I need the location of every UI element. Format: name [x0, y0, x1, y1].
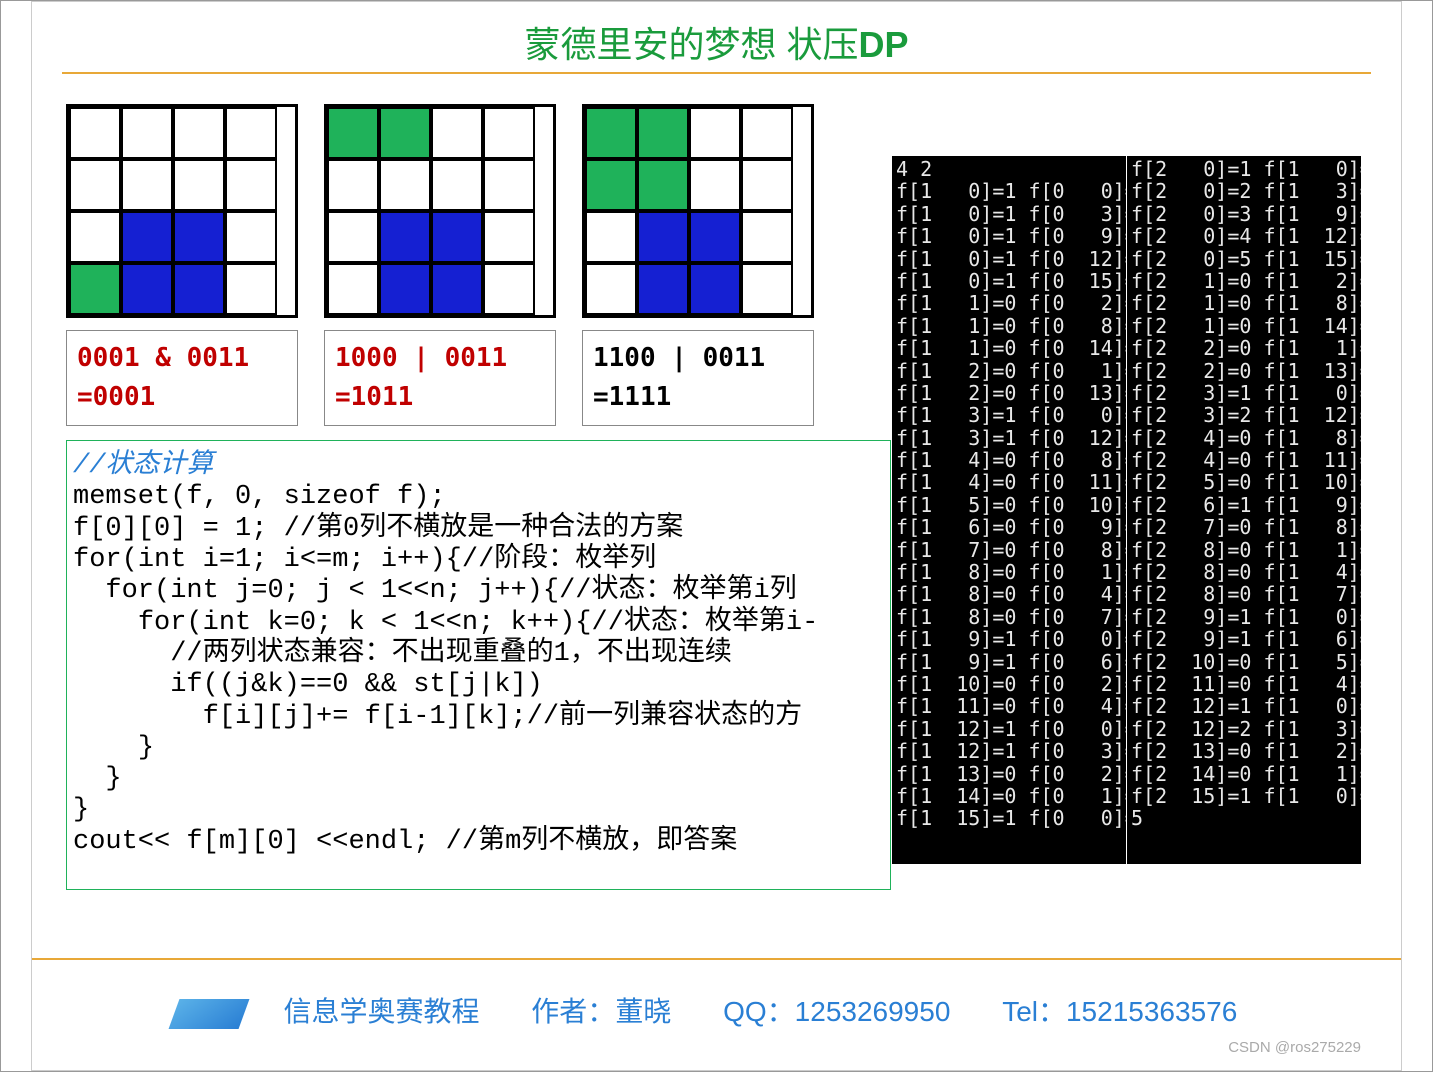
grid-cell: [689, 211, 741, 263]
grid-cell: [327, 107, 379, 159]
grid-row: [585, 211, 811, 263]
code-line: f[i][j]+= f[i-1][k];//前一列兼容状态的方: [73, 702, 884, 733]
grid-cell: [173, 211, 225, 263]
code-line: for(int i=1; i<=m; i++){//阶段：枚举列: [73, 545, 884, 576]
title-divider: [62, 72, 1371, 74]
code-line: //两列状态兼容：不出现重叠的1，不出现连续: [73, 639, 884, 670]
grid-2: [582, 104, 814, 318]
grid-cell: [69, 211, 121, 263]
code-line: cout<< f[m][0] <<endl; //第m列不横放，即答案: [73, 827, 884, 858]
code-line: if((j&k)==0 && st[j|k]): [73, 670, 884, 701]
grid-row: [327, 159, 553, 211]
grid-cell: [431, 107, 483, 159]
grid-row: [327, 107, 553, 159]
grid-cell: [585, 263, 637, 315]
grid-box-1: 1000 | 0011 =1011: [324, 104, 556, 426]
title-dp: DP: [859, 24, 909, 65]
grid-cell: [637, 159, 689, 211]
grid-cell: [379, 159, 431, 211]
grid-cell: [173, 263, 225, 315]
grid-cell: [741, 159, 793, 211]
grid-row: [327, 211, 553, 263]
grid-box-0: 0001 & 0011 =0001: [66, 104, 298, 426]
grid-cell: [483, 159, 535, 211]
watermark: CSDN @ros275229: [1228, 1039, 1361, 1056]
code-line: //状态计算: [73, 451, 884, 482]
grid-cell: [121, 107, 173, 159]
grid-cell: [431, 159, 483, 211]
grid-cell: [69, 107, 121, 159]
terminal-outputs: 4 2 f[1 0]=1 f[0 0]=1 f[1 0]=1 f[0 3]=0 …: [892, 156, 1361, 864]
code-line: memset(f, 0, sizeof f);: [73, 482, 884, 513]
code-line: }: [73, 733, 884, 764]
footer-org: 信息学奥赛教程: [284, 996, 480, 1027]
slide-area: 蒙德里安的梦想 状压DP 0001 & 0011 =0001 1000 | 001…: [31, 1, 1402, 1071]
grid-1: [324, 104, 556, 318]
grid-cell: [689, 107, 741, 159]
grid-cell: [69, 263, 121, 315]
grid-box-2: 1100 | 0011 =1111: [582, 104, 814, 426]
title-text: 蒙德里安的梦想 状压: [524, 24, 858, 65]
grid-cell: [689, 263, 741, 315]
grid-cell: [637, 263, 689, 315]
grid-cell: [431, 211, 483, 263]
grid-cell: [173, 159, 225, 211]
grid-cell: [121, 211, 173, 263]
grid-expression-1: 1000 | 0011 =1011: [324, 330, 556, 426]
grid-cell: [327, 263, 379, 315]
grid-cell: [741, 263, 793, 315]
grid-cell: [379, 263, 431, 315]
footer-tel: Tel：15215363576: [1002, 996, 1237, 1027]
grid-cell: [121, 159, 173, 211]
screenshot-frame: 蒙德里安的梦想 状压DP 0001 & 0011 =0001 1000 | 001…: [0, 0, 1433, 1072]
grid-cell: [585, 211, 637, 263]
grid-cell: [483, 263, 535, 315]
grid-cell: [431, 263, 483, 315]
grid-row: [585, 107, 811, 159]
code-line: }: [73, 795, 884, 826]
terminal-right: f[2 0]=1 f[1 0]=1 f[2 0]=2 f[1 3]=1 f[2 …: [1127, 156, 1361, 864]
grid-cell: [741, 107, 793, 159]
footer: 信息学奥赛教程 作者：董晓 QQ：1253269950 Tel：15215363…: [32, 958, 1401, 1030]
grid-expression-2: 1100 | 0011 =1111: [582, 330, 814, 426]
footer-qq: QQ：1253269950: [723, 996, 950, 1027]
grid-row: [585, 159, 811, 211]
grid-cell: [225, 263, 277, 315]
grid-row: [69, 107, 295, 159]
page-title: 蒙德里安的梦想 状压DP: [32, 2, 1401, 72]
grid-cell: [121, 263, 173, 315]
logo-icon: [168, 999, 249, 1029]
grid-cell: [69, 159, 121, 211]
grid-cell: [225, 211, 277, 263]
grid-row: [69, 263, 295, 315]
grid-cell: [225, 107, 277, 159]
grid-row: [327, 263, 553, 315]
code-line: f[0][0] = 1; //第0列不横放是一种合法的方案: [73, 514, 884, 545]
grid-cell: [327, 159, 379, 211]
grid-cell: [483, 211, 535, 263]
grid-cell: [585, 159, 637, 211]
code-line: for(int k=0; k < 1<<n; k++){//状态：枚举第i-: [73, 608, 884, 639]
code-listing: //状态计算memset(f, 0, sizeof f);f[0][0] = 1…: [66, 440, 891, 890]
grid-0: [66, 104, 298, 318]
terminal-left: 4 2 f[1 0]=1 f[0 0]=1 f[1 0]=1 f[0 3]=0 …: [892, 156, 1126, 864]
grid-cell: [637, 211, 689, 263]
grid-expression-0: 0001 & 0011 =0001: [66, 330, 298, 426]
grid-row: [69, 159, 295, 211]
grid-cell: [173, 107, 225, 159]
grid-cell: [741, 211, 793, 263]
grid-row: [69, 211, 295, 263]
grid-cell: [689, 159, 741, 211]
code-line: for(int j=0; j < 1<<n; j++){//状态：枚举第i列: [73, 576, 884, 607]
grid-cell: [379, 211, 431, 263]
grid-cell: [637, 107, 689, 159]
grid-cell: [379, 107, 431, 159]
footer-author: 作者：董晓: [531, 996, 671, 1027]
grid-cell: [225, 159, 277, 211]
grid-cell: [585, 107, 637, 159]
grid-cell: [483, 107, 535, 159]
grid-cell: [327, 211, 379, 263]
code-line: }: [73, 764, 884, 795]
grid-row: [585, 263, 811, 315]
